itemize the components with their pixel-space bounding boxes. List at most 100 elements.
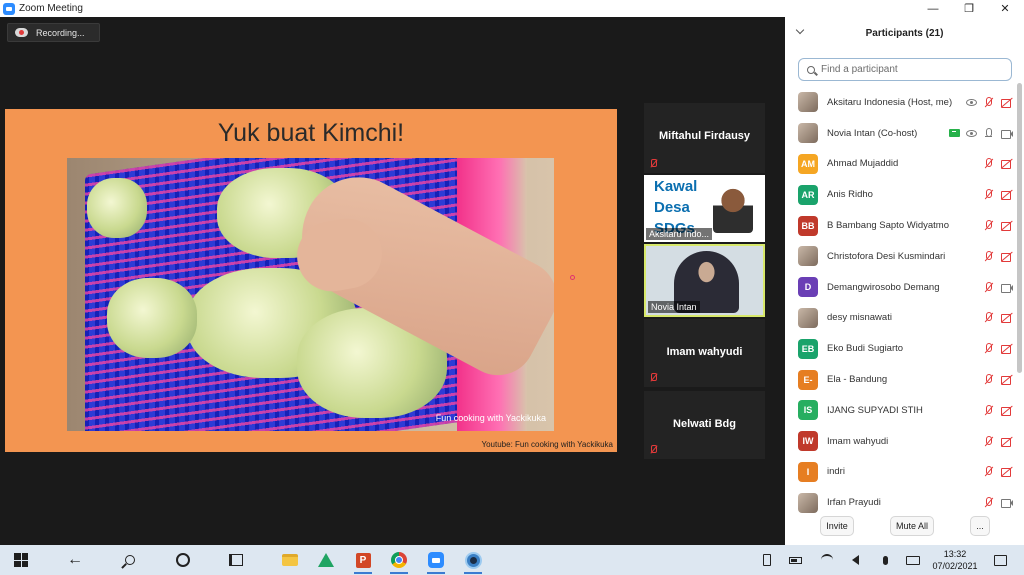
camera-app-button[interactable] — [461, 549, 485, 574]
windows-logo-icon — [14, 553, 28, 567]
video-camera-icon[interactable] — [1001, 282, 1013, 293]
slide-title: Yuk buat Kimchi! — [217, 119, 405, 147]
participant-status — [983, 497, 1013, 509]
video-camera-icon[interactable] — [1001, 128, 1013, 139]
eye-icon — [966, 98, 977, 106]
mic-muted-icon[interactable] — [983, 220, 995, 231]
video-tile-active[interactable]: Novia Intan — [644, 244, 765, 317]
mic-icon[interactable] — [983, 127, 995, 139]
participant-row[interactable]: Iindri — [785, 457, 1017, 488]
back-button[interactable]: ← — [63, 549, 87, 571]
participant-status — [983, 404, 1013, 416]
powerpoint-icon: P — [355, 552, 371, 568]
invite-button[interactable]: Invite — [820, 516, 854, 536]
video-off-icon[interactable] — [1001, 251, 1013, 262]
video-off-icon[interactable] — [1001, 158, 1013, 170]
video-off-icon[interactable] — [1001, 97, 1013, 108]
scrollbar[interactable] — [1017, 83, 1022, 373]
slide-source: Youtube: Fun cooking with Yackikuka — [481, 440, 614, 449]
participant-name: B Bambang Sapto Widyatmo — [827, 220, 949, 232]
mic-muted-icon[interactable] — [983, 497, 995, 508]
video-tile[interactable]: Miftahul Firdausy — [644, 103, 765, 173]
mic-muted-icon[interactable] — [983, 281, 995, 293]
chrome-icon — [391, 552, 407, 568]
participant-status — [983, 189, 1013, 201]
search-button[interactable] — [118, 549, 142, 571]
mic-muted-icon[interactable] — [983, 250, 995, 262]
battery-icon[interactable] — [788, 553, 802, 567]
mic-muted-icon[interactable] — [983, 312, 995, 323]
powerpoint-button[interactable]: P — [351, 549, 375, 574]
participant-status — [983, 312, 1013, 324]
chevron-down-icon[interactable] — [795, 25, 805, 35]
clock-time: 13:32 — [943, 549, 967, 559]
cortana-button[interactable] — [171, 549, 195, 571]
participants-title: Participants (21) — [865, 28, 944, 39]
participant-name: desy misnawati — [827, 312, 892, 324]
video-tile[interactable]: Kawal Desa SDGs Aksitaru Indo... — [644, 175, 765, 242]
maximize-button[interactable]: ❐ — [952, 0, 986, 17]
mic-muted-icon[interactable] — [983, 404, 995, 416]
video-off-icon[interactable] — [1001, 466, 1013, 478]
mic-muted-icon[interactable] — [983, 158, 995, 169]
participant-row[interactable]: IS IJANG SUPYADI STIH — [785, 395, 1017, 426]
video-tile[interactable]: Imam wahyudi — [644, 319, 765, 387]
video-off-icon[interactable] — [1001, 436, 1013, 447]
recording-indicator[interactable]: Recording... — [7, 23, 100, 42]
participant-row[interactable]: Aksitaru Indonesia (Host, me) — [785, 87, 1017, 118]
system-clock[interactable]: 13:32 07/02/2021 — [925, 548, 985, 572]
task-view-button[interactable] — [224, 549, 248, 571]
avatar: I — [798, 461, 818, 482]
zoom-button[interactable] — [424, 549, 448, 574]
start-button[interactable] — [9, 549, 33, 571]
task-view-icon — [229, 554, 243, 566]
participant-row[interactable]: AR Anis Ridho — [785, 179, 1017, 210]
minimize-button[interactable]: — — [916, 0, 950, 17]
participant-row[interactable]: desy misnawati — [785, 303, 1017, 334]
video-off-icon[interactable] — [1001, 405, 1013, 416]
mic-muted-icon[interactable] — [983, 96, 995, 108]
mic-muted-icon[interactable] — [983, 374, 995, 385]
video-camera-icon[interactable] — [1001, 497, 1013, 509]
participant-row[interactable]: E- Ela - Bandung — [785, 364, 1017, 395]
wifi-icon[interactable] — [820, 553, 834, 567]
microphone-icon[interactable] — [878, 553, 892, 567]
video-off-icon[interactable] — [1001, 374, 1013, 386]
participant-row[interactable]: EB Eko Budi Sugiarto — [785, 333, 1017, 364]
participant-row[interactable]: Novia Intan (Co-host) — [785, 118, 1017, 149]
video-tile[interactable]: Nelwati Bdg — [644, 391, 765, 459]
mic-muted-icon[interactable] — [983, 466, 995, 477]
cortana-icon — [176, 553, 190, 567]
close-button[interactable]: ✕ — [988, 0, 1022, 17]
participant-row[interactable]: Christofora Desi Kusmindari — [785, 241, 1017, 272]
tablet-mode-icon[interactable] — [760, 553, 774, 567]
video-off-icon[interactable] — [1001, 189, 1013, 201]
mute-all-button[interactable]: Mute All — [890, 516, 934, 536]
video-off-icon[interactable] — [1001, 343, 1013, 355]
mic-muted-icon[interactable] — [983, 343, 995, 354]
participant-status — [983, 158, 1013, 170]
participant-status — [983, 343, 1013, 355]
more-button[interactable]: ... — [970, 516, 990, 536]
search-icon — [807, 65, 815, 74]
google-drive-button[interactable] — [314, 549, 338, 571]
notification-icon[interactable] — [993, 553, 1007, 567]
video-off-icon[interactable] — [1001, 220, 1013, 232]
mic-muted-icon[interactable] — [983, 435, 995, 447]
speaker-icon[interactable] — [848, 553, 862, 567]
search-icon — [125, 555, 135, 565]
participant-row[interactable]: IW Imam wahyudi — [785, 426, 1017, 457]
participant-search[interactable] — [798, 58, 1012, 81]
mic-muted-icon — [649, 445, 657, 454]
video-off-icon[interactable] — [1001, 312, 1013, 324]
participant-name: Ahmad Mujaddid — [827, 158, 899, 170]
search-input[interactable] — [821, 64, 1001, 75]
keyboard-icon[interactable] — [906, 553, 920, 567]
mic-muted-icon[interactable] — [983, 189, 995, 200]
participant-name: Eko Budi Sugiarto — [827, 343, 904, 355]
participant-row[interactable]: BB B Bambang Sapto Widyatmo — [785, 210, 1017, 241]
participant-row[interactable]: AM Ahmad Mujaddid — [785, 149, 1017, 180]
file-explorer-button[interactable] — [278, 549, 302, 571]
participant-row[interactable]: D Demangwirosobo Demang — [785, 272, 1017, 303]
chrome-button[interactable] — [387, 549, 411, 574]
